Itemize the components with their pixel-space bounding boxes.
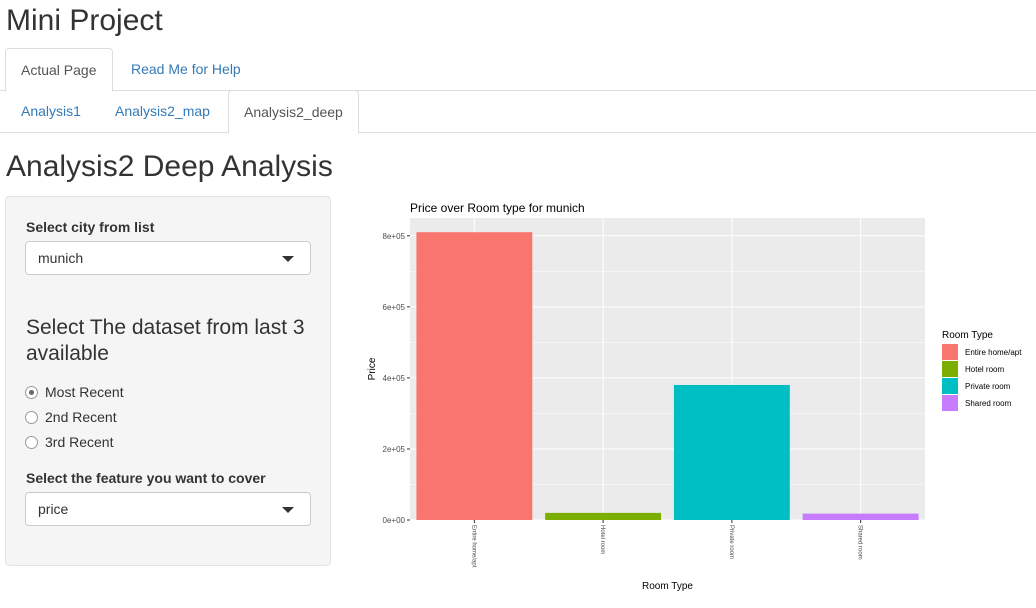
tab-analysis2-map[interactable]: Analysis2_map [100, 90, 225, 133]
main-tabs: Actual Page Read Me for Help [0, 48, 1036, 92]
radio-label: 3rd Recent [45, 434, 114, 450]
feature-select-label: Select the feature you want to cover [26, 470, 266, 486]
bar [545, 512, 662, 520]
city-select-label: Select city from list [26, 219, 155, 235]
x-axis-label: Room Type [642, 581, 693, 592]
dataset-label: Select The dataset from last 3 available [26, 316, 305, 365]
legend: Room Type Entire home/apt Hotel room Priva… [942, 330, 1022, 411]
radio-checked-icon[interactable] [25, 386, 38, 399]
feature-select-value: price [38, 501, 69, 517]
chevron-down-icon [282, 507, 294, 513]
city-select[interactable]: munich [25, 241, 311, 275]
y-tick-label: 2e+05 [383, 445, 406, 454]
radio-label: Most Recent [45, 384, 124, 400]
sub-tabs: Analysis1 Analysis2_map Analysis2_deep [0, 90, 1036, 134]
legend-item-label: Hotel room [965, 365, 1004, 374]
y-tick-label: 6e+05 [383, 303, 406, 312]
x-tick-label: Shared room [857, 525, 863, 560]
tab-read-me[interactable]: Read Me for Help [116, 48, 256, 91]
tab-analysis2-deep[interactable]: Analysis2_deep [228, 90, 359, 134]
y-axis-label: Price [367, 357, 378, 380]
bar-chart: Price over Room type for munich 0e+00 2e+… [367, 201, 1022, 592]
x-tick-label: Entire home/apt [470, 525, 476, 568]
legend-item-label: Entire home/apt [965, 348, 1022, 357]
y-tick-label: 4e+05 [383, 374, 406, 383]
y-tick-label: 8e+05 [383, 232, 406, 241]
x-tick-label: Hotel room [599, 525, 605, 554]
city-select-value: munich [38, 250, 84, 266]
legend-swatch [942, 378, 958, 394]
legend-swatch [942, 344, 958, 360]
page-title: Analysis2 Deep Analysis [6, 150, 333, 183]
radio-unchecked-icon[interactable] [25, 411, 38, 424]
x-tick-label: Private room [728, 525, 734, 559]
app-title: Mini Project [6, 4, 163, 37]
radio-label: 2nd Recent [45, 409, 117, 425]
tab-analysis1[interactable]: Analysis1 [6, 90, 96, 133]
y-axis: 0e+00 2e+05 4e+05 6e+05 8e+05 [383, 232, 410, 525]
legend-swatch [942, 395, 958, 411]
tab-actual-page[interactable]: Actual Page [5, 48, 113, 92]
chart-container: Price over Room type for munich 0e+00 2e+… [355, 196, 1035, 596]
bar [416, 232, 533, 520]
legend-swatch [942, 361, 958, 377]
x-axis: Entire home/apt Hotel room Private room Sha… [470, 520, 863, 568]
bar [673, 384, 790, 520]
legend-item-label: Private room [965, 382, 1011, 391]
feature-select[interactable]: price [25, 492, 311, 526]
bar [802, 513, 919, 520]
radio-unchecked-icon[interactable] [25, 436, 38, 449]
y-tick-label: 0e+00 [383, 516, 406, 525]
chart-title: Price over Room type for munich [410, 201, 585, 215]
chevron-down-icon [282, 256, 294, 262]
legend-item-label: Shared room [965, 399, 1012, 408]
sidebar-panel: Select city from list munich Select The … [5, 196, 331, 566]
legend-title: Room Type [942, 330, 993, 341]
